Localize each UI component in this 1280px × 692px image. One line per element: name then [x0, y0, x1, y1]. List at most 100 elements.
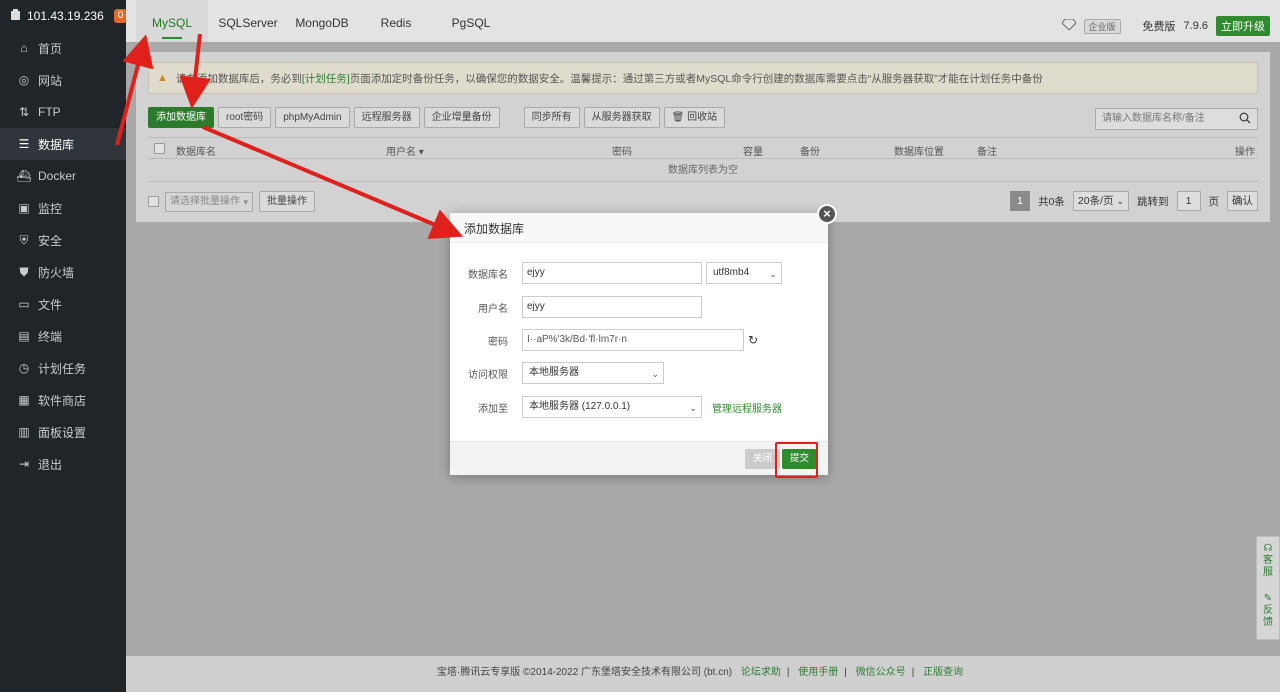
toolbar: 添加数据库 root密码 phpMyAdmin 远程服务器 企业增量备份 同步所…	[148, 107, 726, 129]
fetch-from-server-button[interactable]: 从服务器获取	[583, 107, 660, 128]
database-panel: ▲ 请在添加数据库后，务必到 [计划任务] 页面添加定时备份任务，以确保您的数据…	[136, 52, 1270, 222]
chevron-down-icon: ⌄	[769, 269, 777, 279]
col-backup: 备份	[800, 147, 820, 158]
upgrade-button[interactable]: 立即升级	[1216, 16, 1270, 36]
clock-icon: ◷	[18, 361, 30, 375]
add-database-button[interactable]: 添加数据库	[148, 107, 214, 128]
col-username[interactable]: 用户名 ▾	[386, 143, 424, 158]
per-page-select[interactable]: 20条/页 ⌄	[1072, 191, 1129, 211]
sidebar-item-0[interactable]: ⌂ 首页	[0, 32, 126, 64]
db-name-input[interactable]: ejyy	[522, 262, 702, 284]
manage-remote-link[interactable]: 管理远程服务器	[712, 400, 782, 415]
username-input[interactable]: ejyy	[522, 296, 702, 318]
page-current[interactable]: 1	[1010, 191, 1031, 211]
sidebar-item-label: FTP	[38, 105, 61, 119]
sort-icon: ▾	[418, 147, 424, 158]
edit-icon: ✎	[1263, 593, 1273, 604]
sidebar-item-4[interactable]: ⛴ Docker	[0, 160, 126, 192]
notice-pre: 请在添加数据库后，务必到	[175, 72, 302, 85]
sidebar-item-2[interactable]: ⇅ FTP	[0, 96, 126, 128]
sync-all-button[interactable]: 同步所有	[523, 107, 580, 128]
dialog-footer: 关闭 提交	[450, 441, 828, 475]
batch-placeholder: 请选择批量操作	[170, 195, 240, 207]
chevron-down-icon: ⌄	[1116, 196, 1124, 206]
recycle-bin-button[interactable]: 🗑 回收站	[663, 107, 726, 128]
access-select[interactable]: 本地服务器 ⌄	[522, 362, 664, 384]
select-all-checkbox[interactable]	[154, 143, 165, 154]
total-count: 共0条	[1038, 195, 1065, 208]
tab-sqlserver[interactable]: SQLServer	[214, 0, 282, 42]
sidebar-item-label: 软件商店	[38, 393, 87, 408]
manual-link[interactable]: 使用手册	[798, 667, 838, 678]
sidebar-item-7[interactable]: ⛊ 防火墙	[0, 256, 126, 288]
version-area: 企业版 免费版 7.9.6 立即升级	[1060, 16, 1270, 36]
add-to-select[interactable]: 本地服务器 (127.0.0.1) ⌄	[522, 396, 702, 418]
page-label: 页	[1208, 195, 1220, 208]
sidebar-item-9[interactable]: ▤ 终端	[0, 320, 126, 352]
caret-down-icon: ▾	[243, 196, 248, 207]
sidebar-item-label: 安全	[38, 233, 63, 248]
search-icon[interactable]	[1239, 112, 1251, 132]
home-icon: ⌂	[20, 41, 28, 55]
sidebar-item-label: Docker	[38, 169, 77, 183]
sidebar-item-13[interactable]: ⇥ 退出	[0, 448, 126, 480]
password-label: 密码	[488, 336, 508, 348]
sidebar-item-3[interactable]: ☰ 数据库	[0, 128, 126, 160]
batch-checkbox[interactable]	[148, 196, 159, 207]
headset-icon: ☊	[1263, 543, 1273, 554]
server-ip: 101.43.19.236	[27, 9, 104, 23]
forum-link[interactable]: 论坛求助	[741, 667, 781, 678]
sidebar-item-label: 防火墙	[38, 265, 75, 280]
col-note: 备注	[977, 147, 997, 158]
username-row: 用户名 ejyy	[450, 296, 702, 318]
col-actions: 操作	[1235, 147, 1255, 158]
table-header: 数据库名 用户名 ▾ 密码 容量 备份 数据库位置 备注 操作	[148, 137, 1258, 159]
password-input[interactable]: I··aP%'3k/Bd·'fl·lm7r·n	[522, 329, 744, 351]
genuine-link[interactable]: 正版查询	[923, 667, 963, 678]
search-input[interactable]: 请输入数据库名称/备注	[1095, 108, 1258, 130]
sidebar-item-12[interactable]: ▥ 面板设置	[0, 416, 126, 448]
customer-service[interactable]: ☊ 客服	[1257, 537, 1279, 579]
close-icon[interactable]: ×	[817, 204, 837, 224]
col-size: 容量	[743, 147, 763, 158]
phpmyadmin-button[interactable]: phpMyAdmin	[275, 107, 350, 128]
sidebar-item-5[interactable]: ▣ 监控	[0, 192, 126, 224]
remote-server-button[interactable]: 远程服务器	[353, 107, 420, 128]
notice-post: 页面添加定时备份任务，以确保您的数据安全。温馨提示：通过第三方或者MySQL命令…	[349, 72, 1043, 85]
sidebar-item-label: 网站	[38, 73, 63, 88]
jump-confirm-button[interactable]: 确认	[1227, 191, 1258, 211]
refresh-icon[interactable]: ↻	[748, 333, 758, 347]
feedback[interactable]: ✎ 反馈	[1257, 579, 1279, 629]
footer: 宝塔·腾讯云专享版 ©2014-2022 广东堡塔安全技术有限公司 (bt.cn…	[126, 656, 1280, 692]
charset-select[interactable]: utf8mb4 ⌄	[706, 262, 782, 284]
settings-icon: ▥	[18, 425, 30, 439]
tab-mongodb[interactable]: MongoDB	[291, 0, 353, 42]
db-name-label: 数据库名	[468, 269, 508, 281]
sidebar-item-11[interactable]: ▦ 软件商店	[0, 384, 126, 416]
warning-icon: ▲	[157, 72, 168, 84]
dialog-title: 添加数据库	[450, 213, 828, 243]
store-icon: ▦	[18, 393, 30, 407]
folder-icon: ▭	[18, 297, 30, 311]
cron-link[interactable]: [计划任务]	[302, 71, 350, 86]
batch-button[interactable]: 批量操作	[259, 191, 315, 212]
sidebar-item-6[interactable]: ⛨ 安全	[0, 224, 126, 256]
wechat-link[interactable]: 微信公众号	[856, 667, 906, 678]
enterprise-badge[interactable]: 企业版	[1083, 18, 1121, 34]
root-password-button[interactable]: root密码	[218, 107, 272, 128]
enterprise-backup-button[interactable]: 企业增量备份	[423, 107, 500, 128]
chevron-down-icon: ⌄	[689, 403, 697, 413]
batch-select[interactable]: 请选择批量操作 ▾	[165, 191, 253, 212]
sidebar-item-label: 面板设置	[38, 425, 87, 440]
sidebar-item-1[interactable]: ◎ 网站	[0, 64, 126, 96]
docker-icon: ⛴	[16, 169, 32, 183]
tab-mysql[interactable]: MySQL	[136, 0, 208, 42]
tab-redis[interactable]: Redis	[376, 0, 416, 42]
sidebar-item-8[interactable]: ▭ 文件	[0, 288, 126, 320]
sidebar: 101.43.19.236 0 ⌂ 首页 ◎ 网站 ⇅ FTP ☰ 数据库 ⛴ Docker ▣ 监控…	[0, 0, 128, 692]
sidebar-item-10[interactable]: ◷ 计划任务	[0, 352, 126, 384]
diamond-icon	[1060, 18, 1077, 33]
col-db-name[interactable]: 数据库名	[176, 143, 216, 158]
jump-input[interactable]: 1	[1176, 191, 1201, 211]
tab-pgsql[interactable]: PgSQL	[446, 0, 496, 42]
